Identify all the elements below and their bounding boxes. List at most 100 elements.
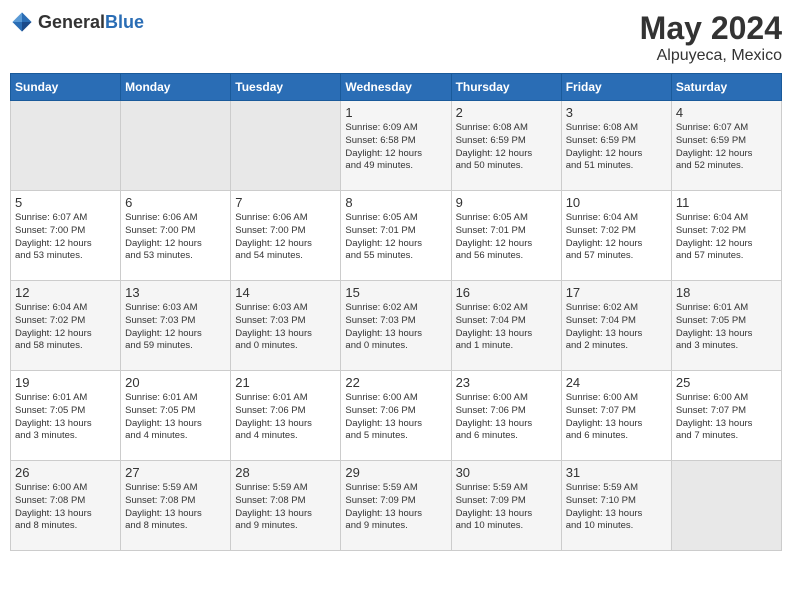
day-info: Sunrise: 6:05 AM Sunset: 7:01 PM Dayligh… [345, 212, 446, 263]
day-info: Sunrise: 6:04 AM Sunset: 7:02 PM Dayligh… [15, 302, 116, 353]
calendar-cell: 6Sunrise: 6:06 AM Sunset: 7:00 PM Daylig… [121, 191, 231, 281]
header-day-sunday: Sunday [11, 74, 121, 101]
day-info: Sunrise: 6:00 AM Sunset: 7:06 PM Dayligh… [345, 392, 446, 443]
calendar-cell [231, 101, 341, 191]
logo-icon [10, 10, 34, 34]
calendar-cell: 8 Sunrise: 6:05 AM Sunset: 7:01 PM Daylig… [341, 191, 451, 281]
day-info: Sunrise: 6:00 AM Sunset: 7:07 PM Dayligh… [676, 392, 777, 443]
day-info: Sunrise: 6:07 AM Sunset: 7:00 PM Dayligh… [15, 212, 116, 263]
day-number: 16 [456, 285, 557, 300]
header-day-friday: Friday [561, 74, 671, 101]
header-day-thursday: Thursday [451, 74, 561, 101]
day-number: 13 [125, 285, 226, 300]
day-info: Sunrise: 6:08 AM Sunset: 6:59 PM Dayligh… [566, 122, 667, 173]
page-header: GeneralBlue May 2024 Alpuyeca, Mexico [10, 10, 782, 65]
day-info: Sunrise: 6:01 AM Sunset: 7:05 PM Dayligh… [15, 392, 116, 443]
header-day-saturday: Saturday [671, 74, 781, 101]
calendar-header: SundayMondayTuesdayWednesdayThursdayFrid… [11, 74, 782, 101]
day-number: 25 [676, 375, 777, 390]
logo: GeneralBlue [10, 10, 144, 34]
day-info: Sunrise: 6:01 AM Sunset: 7:06 PM Dayligh… [235, 392, 336, 443]
day-info: Sunrise: 5:59 AM Sunset: 7:09 PM Dayligh… [456, 482, 557, 533]
calendar-cell: 20Sunrise: 6:01 AM Sunset: 7:05 PM Dayli… [121, 371, 231, 461]
calendar-cell: 4 Sunrise: 6:07 AM Sunset: 6:59 PM Daylig… [671, 101, 781, 191]
calendar-cell: 31 Sunrise: 5:59 AM Sunset: 7:10 PM Dayli… [561, 461, 671, 551]
day-number: 11 [676, 195, 777, 210]
day-number: 24 [566, 375, 667, 390]
logo-blue: Blue [105, 12, 144, 32]
day-info: Sunrise: 6:08 AM Sunset: 6:59 PM Dayligh… [456, 122, 557, 173]
calendar-cell: 27Sunrise: 5:59 AM Sunset: 7:08 PM Dayli… [121, 461, 231, 551]
location: Alpuyeca, Mexico [640, 47, 782, 65]
day-number: 6 [125, 195, 226, 210]
day-number: 3 [566, 105, 667, 120]
calendar-cell: 2 Sunrise: 6:08 AM Sunset: 6:59 PM Daylig… [451, 101, 561, 191]
header-day-monday: Monday [121, 74, 231, 101]
calendar-cell: 7 Sunrise: 6:06 AM Sunset: 7:00 PM Daylig… [231, 191, 341, 281]
day-number: 28 [235, 465, 336, 480]
day-number: 1 [345, 105, 446, 120]
logo-text: GeneralBlue [38, 12, 144, 33]
day-number: 4 [676, 105, 777, 120]
day-number: 5 [15, 195, 116, 210]
day-number: 30 [456, 465, 557, 480]
day-info: Sunrise: 6:00 AM Sunset: 7:07 PM Dayligh… [566, 392, 667, 443]
calendar-cell: 19 Sunrise: 6:01 AM Sunset: 7:05 PM Dayli… [11, 371, 121, 461]
day-info: Sunrise: 6:04 AM Sunset: 7:02 PM Dayligh… [676, 212, 777, 263]
calendar-body: 1 Sunrise: 6:09 AM Sunset: 6:58 PM Daylig… [11, 101, 782, 551]
calendar-cell: 23Sunrise: 6:00 AM Sunset: 7:06 PM Dayli… [451, 371, 561, 461]
day-number: 14 [235, 285, 336, 300]
day-info: Sunrise: 6:09 AM Sunset: 6:58 PM Dayligh… [345, 122, 446, 173]
day-info: Sunrise: 6:02 AM Sunset: 7:03 PM Dayligh… [345, 302, 446, 353]
day-number: 10 [566, 195, 667, 210]
day-info: Sunrise: 6:07 AM Sunset: 6:59 PM Dayligh… [676, 122, 777, 173]
day-info: Sunrise: 6:00 AM Sunset: 7:06 PM Dayligh… [456, 392, 557, 443]
day-number: 8 [345, 195, 446, 210]
day-number: 21 [235, 375, 336, 390]
header-day-tuesday: Tuesday [231, 74, 341, 101]
day-number: 22 [345, 375, 446, 390]
day-number: 20 [125, 375, 226, 390]
day-info: Sunrise: 6:03 AM Sunset: 7:03 PM Dayligh… [125, 302, 226, 353]
calendar-cell: 26 Sunrise: 6:00 AM Sunset: 7:08 PM Dayli… [11, 461, 121, 551]
day-number: 17 [566, 285, 667, 300]
week-row-2: 5 Sunrise: 6:07 AM Sunset: 7:00 PM Daylig… [11, 191, 782, 281]
week-row-1: 1 Sunrise: 6:09 AM Sunset: 6:58 PM Daylig… [11, 101, 782, 191]
calendar-cell: 3 Sunrise: 6:08 AM Sunset: 6:59 PM Daylig… [561, 101, 671, 191]
week-row-4: 19 Sunrise: 6:01 AM Sunset: 7:05 PM Dayli… [11, 371, 782, 461]
day-number: 9 [456, 195, 557, 210]
calendar-cell: 5 Sunrise: 6:07 AM Sunset: 7:00 PM Daylig… [11, 191, 121, 281]
header-row: SundayMondayTuesdayWednesdayThursdayFrid… [11, 74, 782, 101]
week-row-5: 26 Sunrise: 6:00 AM Sunset: 7:08 PM Dayli… [11, 461, 782, 551]
calendar-cell: 17Sunrise: 6:02 AM Sunset: 7:04 PM Dayli… [561, 281, 671, 371]
calendar-cell [121, 101, 231, 191]
calendar-cell: 25 Sunrise: 6:00 AM Sunset: 7:07 PM Dayli… [671, 371, 781, 461]
day-info: Sunrise: 5:59 AM Sunset: 7:09 PM Dayligh… [345, 482, 446, 533]
day-number: 15 [345, 285, 446, 300]
calendar-cell: 30 Sunrise: 5:59 AM Sunset: 7:09 PM Dayli… [451, 461, 561, 551]
day-number: 2 [456, 105, 557, 120]
day-info: Sunrise: 6:06 AM Sunset: 7:00 PM Dayligh… [235, 212, 336, 263]
header-day-wednesday: Wednesday [341, 74, 451, 101]
day-number: 7 [235, 195, 336, 210]
calendar-cell: 1 Sunrise: 6:09 AM Sunset: 6:58 PM Daylig… [341, 101, 451, 191]
day-number: 26 [15, 465, 116, 480]
calendar-cell: 11 Sunrise: 6:04 AM Sunset: 7:02 PM Dayli… [671, 191, 781, 281]
day-info: Sunrise: 5:59 AM Sunset: 7:10 PM Dayligh… [566, 482, 667, 533]
day-info: Sunrise: 5:59 AM Sunset: 7:08 PM Dayligh… [235, 482, 336, 533]
calendar-cell [11, 101, 121, 191]
day-info: Sunrise: 6:00 AM Sunset: 7:08 PM Dayligh… [15, 482, 116, 533]
calendar-cell: 28 Sunrise: 5:59 AM Sunset: 7:08 PM Dayli… [231, 461, 341, 551]
calendar-cell: 16 Sunrise: 6:02 AM Sunset: 7:04 PM Dayli… [451, 281, 561, 371]
day-info: Sunrise: 6:03 AM Sunset: 7:03 PM Dayligh… [235, 302, 336, 353]
week-row-3: 12 Sunrise: 6:04 AM Sunset: 7:02 PM Dayli… [11, 281, 782, 371]
day-number: 12 [15, 285, 116, 300]
day-number: 19 [15, 375, 116, 390]
calendar-cell [671, 461, 781, 551]
day-number: 31 [566, 465, 667, 480]
calendar-cell: 15 Sunrise: 6:02 AM Sunset: 7:03 PM Dayli… [341, 281, 451, 371]
day-info: Sunrise: 6:02 AM Sunset: 7:04 PM Dayligh… [456, 302, 557, 353]
day-info: Sunrise: 6:01 AM Sunset: 7:05 PM Dayligh… [676, 302, 777, 353]
calendar-cell: 9Sunrise: 6:05 AM Sunset: 7:01 PM Daylig… [451, 191, 561, 281]
calendar-cell: 14 Sunrise: 6:03 AM Sunset: 7:03 PM Dayli… [231, 281, 341, 371]
